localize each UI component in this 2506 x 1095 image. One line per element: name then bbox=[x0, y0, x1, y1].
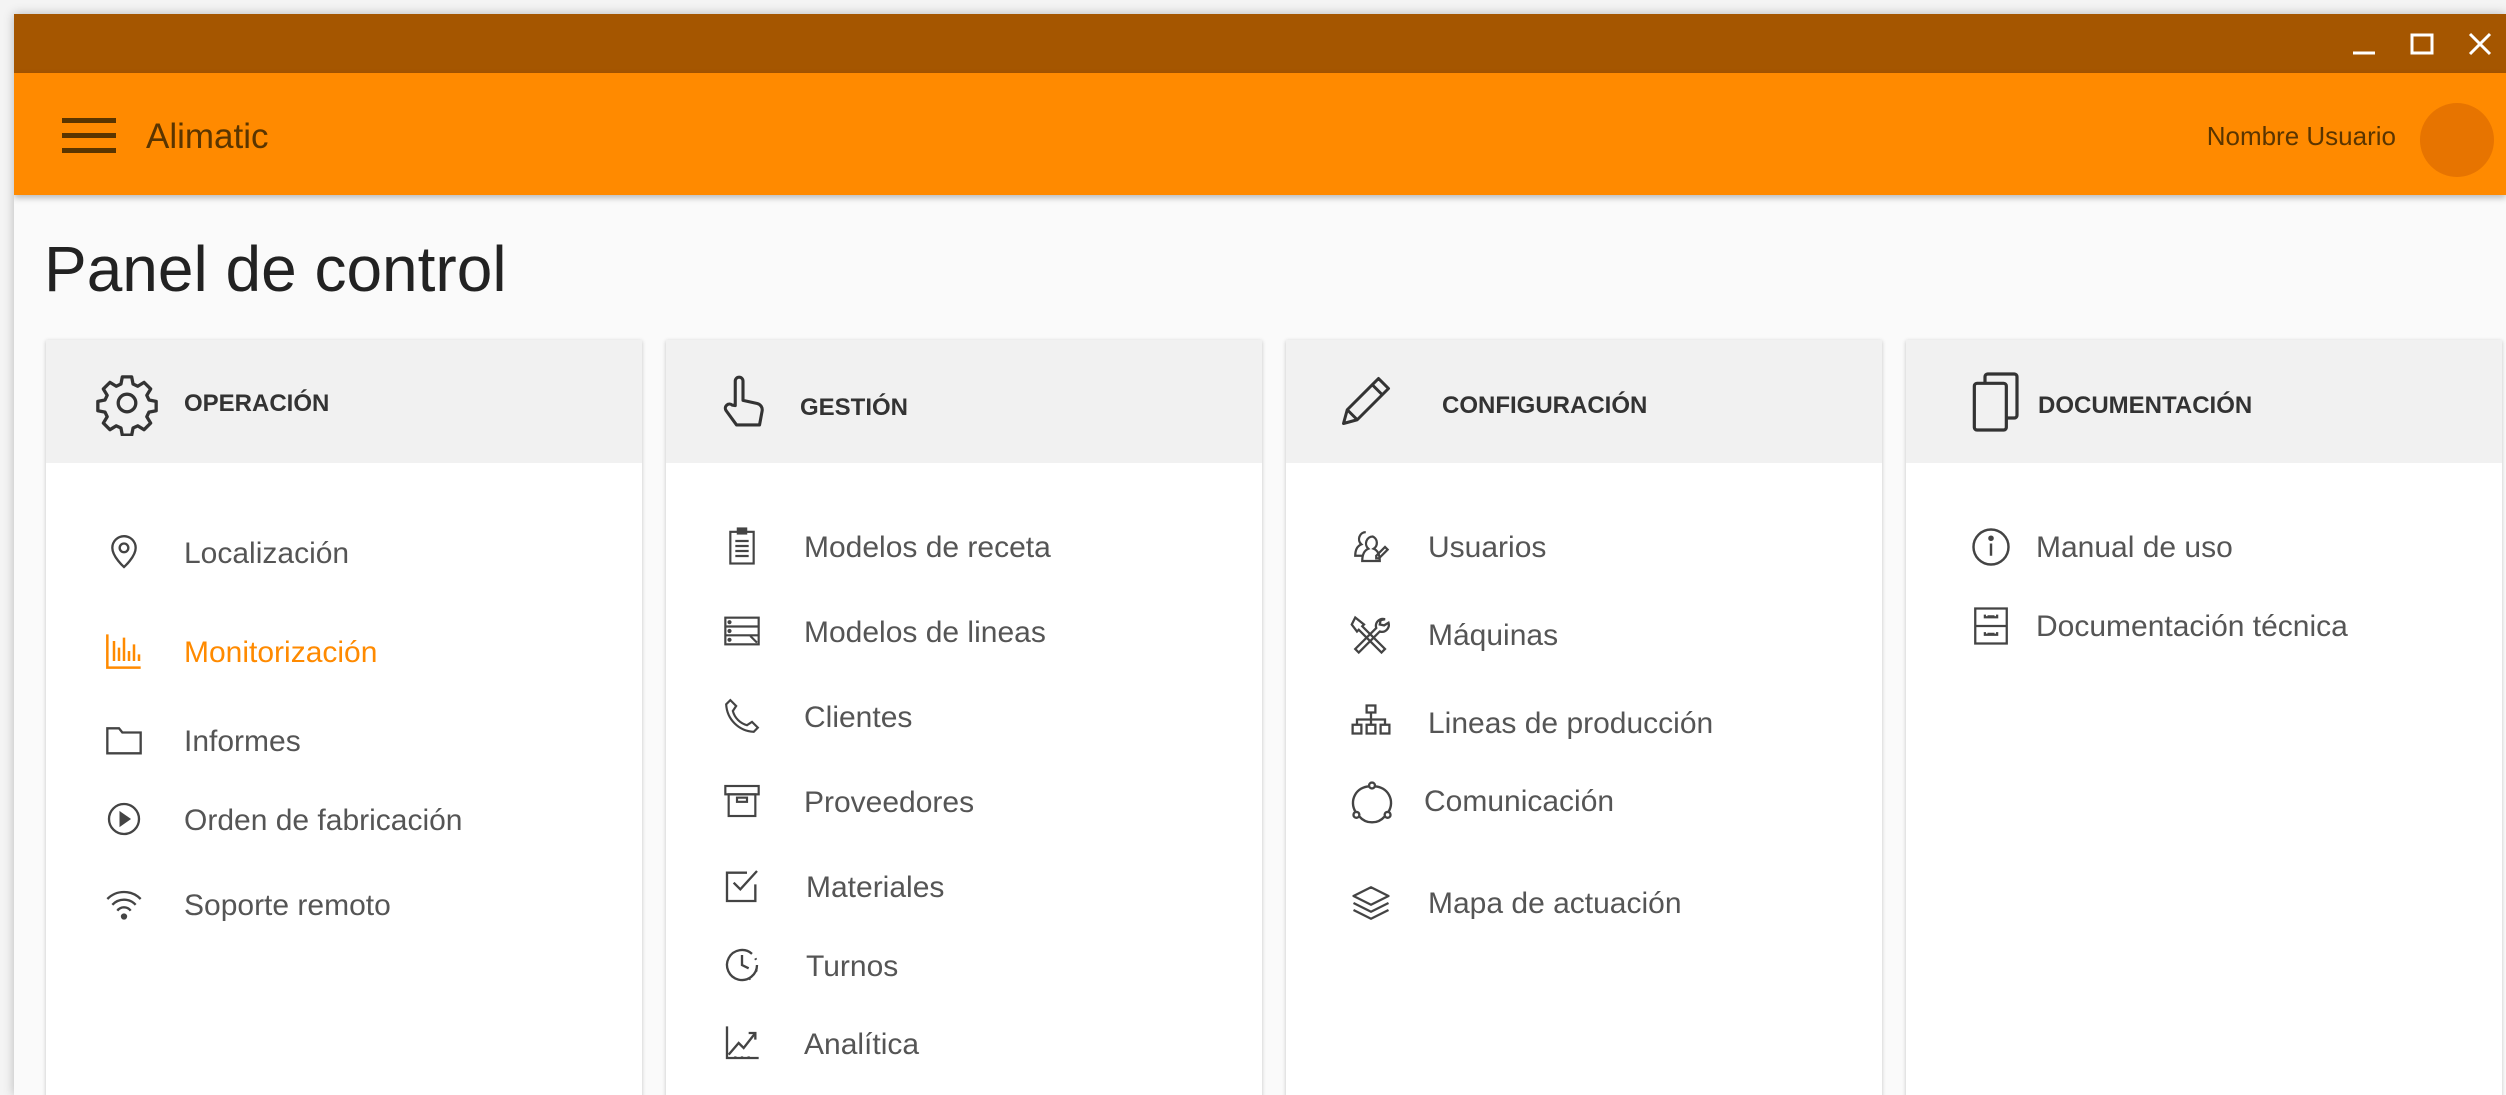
menu-item-label: Mapa de actuación bbox=[1428, 887, 1682, 920]
network-cycle-icon bbox=[1350, 780, 1393, 824]
menu-item-label: Proveedores bbox=[804, 786, 975, 819]
menu-item-label: Comunicación bbox=[1424, 785, 1615, 818]
menu-item-label: Turnos bbox=[806, 950, 899, 983]
menu-item-localizacion[interactable]: Localización bbox=[46, 522, 642, 582]
menu-item-manual-uso[interactable]: Manual de uso bbox=[1906, 516, 2502, 576]
menu-item-clientes[interactable]: Clientes bbox=[666, 686, 1262, 746]
card-header: OPERACIÓN bbox=[46, 340, 642, 463]
app-bar: Alimatic Nombre Usuario bbox=[14, 73, 2506, 195]
menu-item-usuarios[interactable]: Usuarios bbox=[1286, 516, 1882, 576]
menu-item-label: Monitorización bbox=[184, 636, 378, 669]
location-pin-icon bbox=[104, 532, 144, 572]
menu-item-monitorizacion[interactable]: Monitorización bbox=[46, 621, 642, 681]
maximize-button[interactable] bbox=[2402, 24, 2442, 64]
menu-item-label: Manual de uso bbox=[2036, 531, 2233, 564]
menu-item-label: Informes bbox=[184, 725, 301, 758]
menu-item-turnos[interactable]: Turnos bbox=[666, 935, 1262, 995]
menu-item-maquinas[interactable]: Máquinas bbox=[1286, 604, 1882, 664]
card-documentacion: DOCUMENTACIÓN Manual de uso Documentació… bbox=[1906, 340, 2502, 1095]
menu-item-analitica[interactable]: Analítica bbox=[666, 1013, 1262, 1073]
card-configuracion: CONFIGURACIÓN Usuarios Máquinas Lineas d… bbox=[1286, 340, 1882, 1095]
users-icon bbox=[1350, 526, 1390, 566]
card-header: GESTIÓN bbox=[666, 340, 1262, 463]
clipboard-icon bbox=[722, 526, 762, 566]
layers-icon bbox=[1350, 882, 1390, 922]
hierarchy-icon bbox=[1350, 702, 1391, 742]
gear-icon bbox=[94, 370, 160, 436]
checkbox-icon bbox=[722, 866, 762, 906]
hand-pointer-icon bbox=[712, 370, 774, 436]
bar-chart-icon bbox=[104, 631, 144, 671]
card-operacion: OPERACIÓN Localización Monitorización In… bbox=[46, 340, 642, 1095]
menu-button[interactable] bbox=[62, 113, 118, 159]
card-header: CONFIGURACIÓN bbox=[1286, 340, 1882, 463]
trend-chart-icon bbox=[722, 1023, 762, 1063]
tools-icon bbox=[1350, 614, 1390, 655]
menu-item-label: Clientes bbox=[804, 701, 913, 734]
page-title: Panel de control bbox=[44, 233, 507, 305]
card-title: DOCUMENTACIÓN bbox=[2038, 392, 2253, 419]
menu-item-modelos-lineas[interactable]: Modelos de lineas bbox=[666, 601, 1262, 661]
phone-icon bbox=[722, 696, 762, 736]
menu-item-proveedores[interactable]: Proveedores bbox=[666, 771, 1262, 831]
menu-item-materiales[interactable]: Materiales bbox=[666, 856, 1262, 916]
user-name[interactable]: Nombre Usuario bbox=[2207, 121, 2396, 152]
pencil-icon bbox=[1336, 370, 1396, 432]
menu-item-modelos-receta[interactable]: Modelos de receta bbox=[666, 516, 1262, 576]
maximize-icon bbox=[2410, 33, 2434, 55]
card-title: GESTIÓN bbox=[800, 394, 909, 421]
menu-item-label: Localización bbox=[184, 537, 350, 570]
play-circle-icon bbox=[104, 799, 144, 839]
app-window: Alimatic Nombre Usuario Panel de control… bbox=[14, 14, 2506, 1095]
menu-item-documentacion-tecnica[interactable]: Documentación técnica bbox=[1906, 595, 2502, 655]
minimize-icon bbox=[2353, 51, 2375, 55]
menu-item-label: Máquinas bbox=[1428, 619, 1559, 652]
documents-icon bbox=[1970, 370, 2024, 434]
folder-icon bbox=[104, 720, 144, 760]
info-icon bbox=[1970, 526, 2010, 566]
menu-item-label: Soporte remoto bbox=[184, 889, 391, 922]
file-cabinet-icon bbox=[1970, 605, 2010, 645]
card-header: DOCUMENTACIÓN bbox=[1906, 340, 2502, 463]
window-titlebar bbox=[14, 14, 2506, 73]
avatar[interactable] bbox=[2420, 103, 2494, 177]
card-gestion: GESTIÓN Modelos de receta Modelos de lin… bbox=[666, 340, 1262, 1095]
menu-item-label: Modelos de lineas bbox=[804, 616, 1046, 649]
menu-item-informes[interactable]: Informes bbox=[46, 710, 642, 770]
wifi-icon bbox=[104, 884, 144, 924]
menu-item-label: Documentación técnica bbox=[2036, 610, 2348, 643]
menu-item-label: Analítica bbox=[804, 1028, 920, 1061]
clock-icon bbox=[722, 945, 762, 985]
app-title: Alimatic bbox=[146, 117, 269, 156]
menu-item-label: Modelos de receta bbox=[804, 531, 1051, 564]
menu-item-lineas-produccion[interactable]: Lineas de producción bbox=[1286, 692, 1882, 752]
server-list-icon bbox=[722, 611, 762, 651]
menu-item-comunicacion[interactable]: Comunicación bbox=[1286, 770, 1882, 830]
menu-item-label: Usuarios bbox=[1428, 531, 1547, 564]
menu-item-label: Orden de fabricación bbox=[184, 804, 463, 837]
archive-box-icon bbox=[722, 781, 762, 821]
close-button[interactable] bbox=[2460, 24, 2500, 64]
hamburger-icon bbox=[62, 118, 116, 153]
menu-item-label: Lineas de producción bbox=[1428, 707, 1714, 740]
menu-item-orden-fabricacion[interactable]: Orden de fabricación bbox=[46, 789, 642, 849]
close-icon bbox=[2468, 32, 2492, 56]
card-title: CONFIGURACIÓN bbox=[1442, 392, 1648, 419]
window-controls bbox=[2344, 24, 2500, 64]
menu-item-mapa-actuacion[interactable]: Mapa de actuación bbox=[1286, 872, 1882, 932]
card-title: OPERACIÓN bbox=[184, 390, 330, 417]
minimize-button[interactable] bbox=[2344, 24, 2384, 64]
menu-item-label: Materiales bbox=[806, 871, 945, 904]
menu-item-soporte-remoto[interactable]: Soporte remoto bbox=[46, 874, 642, 934]
